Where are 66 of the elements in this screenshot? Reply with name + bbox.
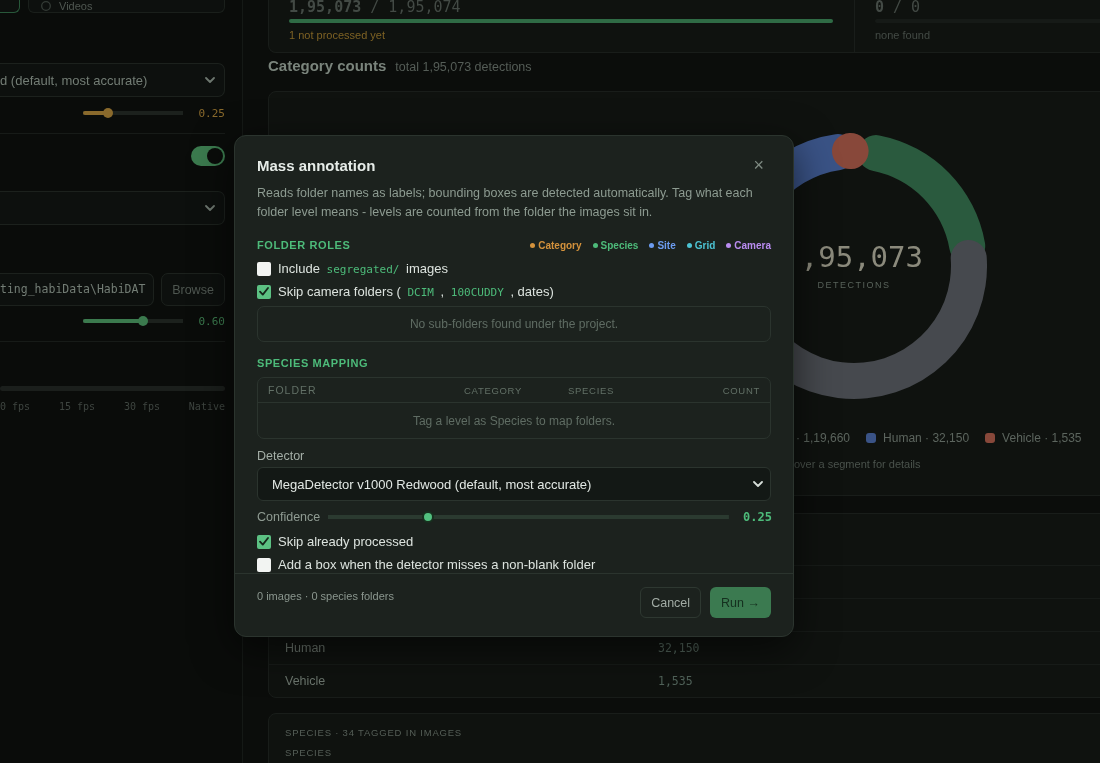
- checkbox-label: Skip camera folders ( DCIM , 100CUDDY , dates): [278, 284, 554, 299]
- donut-total: ,95,073: [800, 241, 923, 273]
- section-heading: FOLDER ROLES: [257, 239, 351, 251]
- table-cell-text: 1,535: [658, 674, 694, 688]
- stat-note: 1 not processed yet: [289, 29, 386, 42]
- column-header: COUNT: [722, 384, 760, 396]
- section-title: Category counts: [268, 57, 387, 75]
- checkbox[interactable]: [257, 557, 271, 572]
- toggle-switch[interactable]: [191, 146, 225, 166]
- column-header: SPECIES: [568, 384, 616, 396]
- chevron-icon: [205, 77, 215, 83]
- checkbox[interactable]: [257, 284, 271, 299]
- empty-message: Tag a level as Species to map folders.: [411, 412, 617, 430]
- detector-select[interactable]: MegaDetector v1000 Redwood (default, most accurate): [257, 467, 771, 501]
- slider-thumb[interactable]: [103, 108, 113, 118]
- media-option[interactable]: Videos: [28, 0, 225, 13]
- table-cell-text: 32,150: [658, 641, 701, 655]
- checkbox-label: Skip already processed: [278, 534, 414, 549]
- section-heading: SPECIES MAPPING: [257, 357, 369, 369]
- tick-label: 15 fps: [58, 401, 96, 413]
- modal-title: Mass annotation: [257, 156, 376, 174]
- tick-label: Native: [188, 401, 225, 413]
- legend-label: · 1,19,660: [796, 430, 851, 446]
- browse-button[interactable]: Browse: [161, 273, 225, 306]
- option-tile[interactable]: [0, 0, 20, 13]
- legend-label: Human · 32,150: [883, 430, 970, 446]
- dropdown-select[interactable]: d (default, most accurate): [0, 63, 225, 97]
- footer-summary: 0 images · 0 species folders: [257, 589, 394, 604]
- checkbox-label: Add a box when the detector misses a non-blank folder: [278, 557, 596, 572]
- checkmark-icon: [259, 537, 269, 546]
- table-cell-text: Human: [285, 641, 327, 655]
- legend-label: Species: [600, 239, 639, 251]
- slider-thumb[interactable]: [422, 511, 435, 523]
- checkbox[interactable]: [257, 534, 271, 549]
- slider-thumb[interactable]: [138, 316, 148, 326]
- donut-label: DETECTIONS: [817, 280, 891, 291]
- checkmark-icon: [259, 287, 269, 296]
- radio-icon: [41, 1, 51, 11]
- column-header: CATEGORY: [464, 384, 524, 396]
- column-header: SPECIES: [285, 746, 333, 760]
- slider-value: 0.25: [743, 510, 771, 524]
- legend-label: Category: [538, 239, 582, 251]
- legend-label: Camera: [734, 239, 771, 251]
- chevron-icon: [205, 205, 215, 211]
- table-cell-text: Vehicle: [285, 674, 327, 688]
- column-header: FOLDER: [268, 384, 318, 396]
- empty-state-message: No sub-folders found under the project.: [257, 306, 771, 342]
- run-button[interactable]: Run →: [710, 587, 771, 618]
- field-label: Detector: [257, 448, 306, 464]
- chevron-icon: [753, 481, 763, 487]
- modal-description: Reads folder names as labels; bounding boxes are detected automatically. Tag what each folder level means - levels are counted from the folder the images sit in.: [257, 185, 754, 221]
- slider-value: 0.60: [197, 314, 225, 328]
- legend-label: Grid: [694, 239, 716, 251]
- tick-label: 30 fps: [123, 401, 160, 413]
- card-heading: SPECIES · 34 TAGGED IN IMAGES: [285, 726, 463, 740]
- checkbox-label: Include segregated/ images: [278, 261, 448, 276]
- slider-label: Confidence: [257, 510, 321, 524]
- path-field[interactable]: ting_habiData\HabiDAT: [0, 273, 154, 306]
- cancel-button[interactable]: Cancel: [640, 587, 702, 618]
- legend-label: Vehicle · 1,535: [1002, 430, 1082, 446]
- slider-value: 0.25: [197, 106, 225, 120]
- checkbox[interactable]: [257, 261, 271, 276]
- close-button[interactable]: ×: [749, 154, 768, 176]
- section-subtitle: total 1,95,073 detections: [395, 59, 532, 76]
- stat-value: 1,95,073 / 1,95,074: [289, 0, 462, 14]
- legend-label: Site: [657, 239, 676, 251]
